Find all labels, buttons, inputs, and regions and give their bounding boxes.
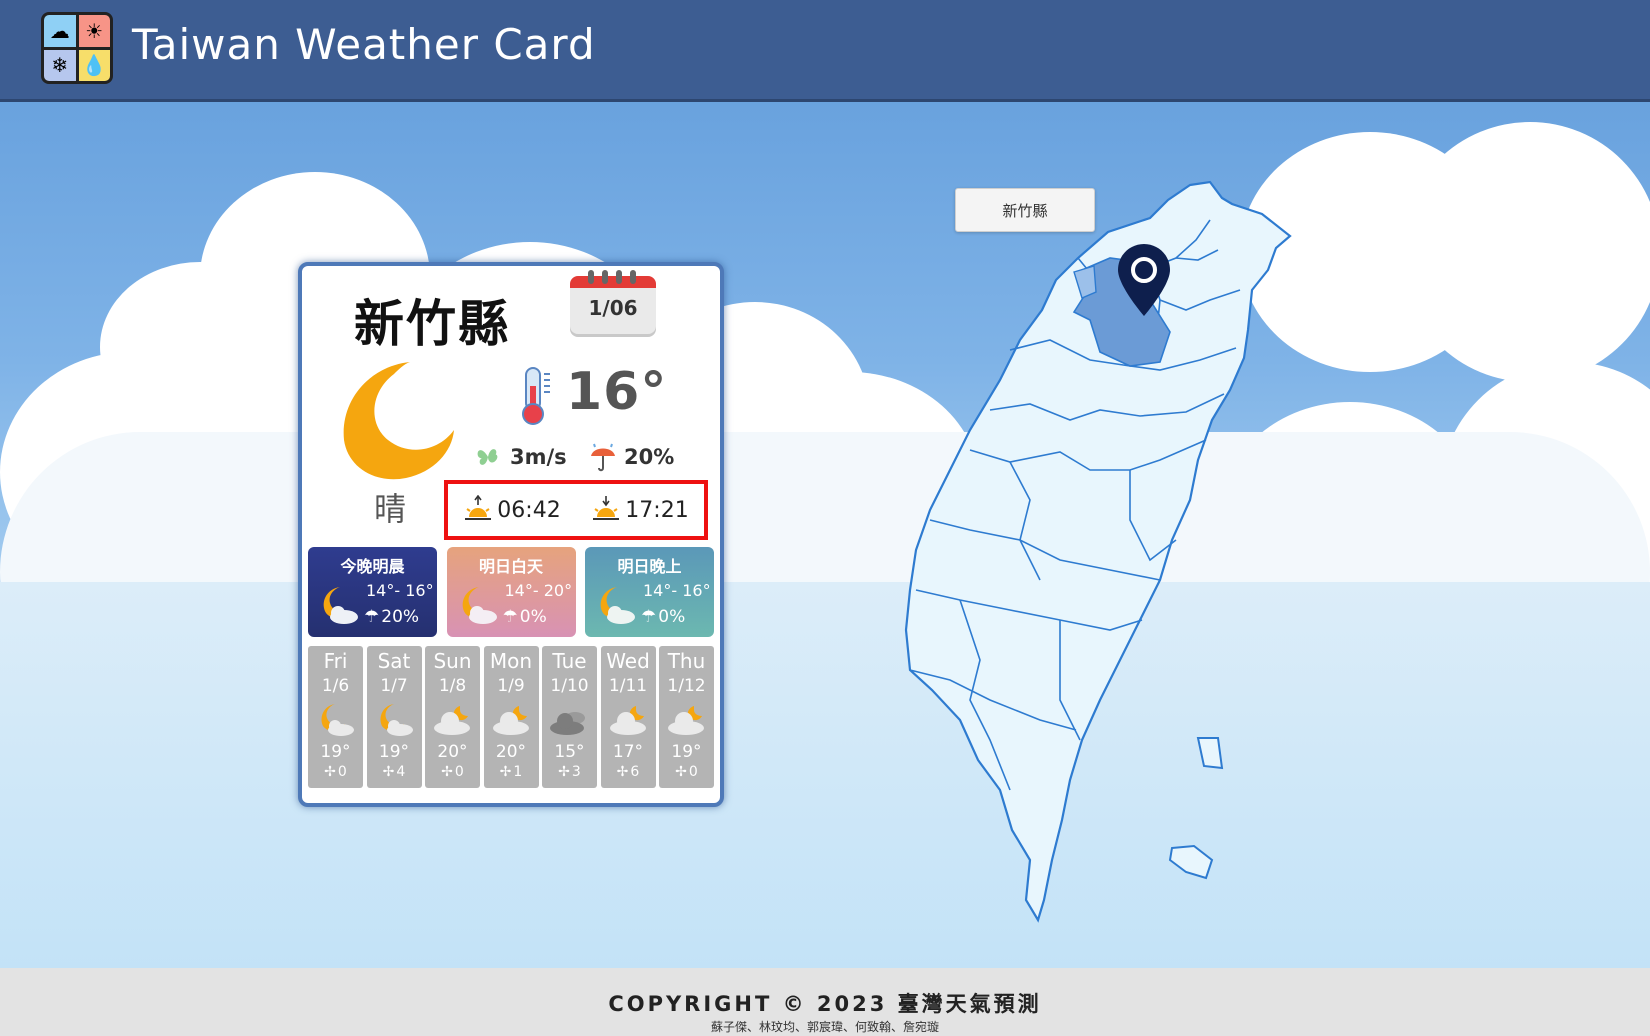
- umbrella-icon: ☂: [502, 607, 518, 627]
- cloud-icon: ☁: [44, 15, 76, 47]
- moon-cloud-icon: [600, 587, 635, 624]
- cloud-moon-icon: [434, 706, 470, 735]
- cloud-moon-icon: [609, 706, 646, 735]
- wind-fan-icon: ✢: [382, 764, 395, 780]
- weekly-forecast: Fri 1/6 19° ✢0 Sat 1/7 19° ✢4 Sun 1/8: [308, 646, 714, 788]
- day-forecast[interactable]: Mon 1/9 20° ✢ 1: [483, 646, 539, 788]
- taiwan-map[interactable]: [880, 130, 1300, 930]
- wind-fan-icon: ✢: [616, 764, 629, 780]
- app-header: ☁ ☀ ❄ 💧 Taiwan Weather Card: [0, 0, 1650, 102]
- dark-cloud-icon: [550, 712, 585, 735]
- app-title: Taiwan Weather Card: [132, 20, 596, 69]
- wind-fan-icon: [477, 449, 498, 465]
- sky-background: [0, 102, 1650, 968]
- day-forecast[interactable]: Sat 1/7 19° ✢ 4: [366, 646, 422, 788]
- wind-fan-icon: ✢: [558, 764, 570, 780]
- period-card[interactable]: 明日晚上 14°- 16° ☂ 0%: [585, 547, 714, 637]
- app-logo: ☁ ☀ ❄ 💧: [41, 12, 113, 84]
- wind-fan-icon: ✢: [675, 764, 687, 780]
- city-name: 新竹縣: [354, 295, 510, 353]
- period-forecast: 今晚明晨 14°- 16° ☂ 20% 明日白天 14°- 20° ☂ 0% 明…: [308, 547, 714, 637]
- calendar-icon: 1/06: [570, 270, 656, 334]
- umbrella-icon: ☂: [364, 607, 380, 627]
- green-island: [1196, 737, 1224, 770]
- snowflake-icon: ❄: [44, 49, 76, 81]
- wind-fan-icon: ✢: [499, 764, 512, 780]
- authors-text: 蘇子傑、林玟均、郭宸瑋、何致翰、詹宛璇: [710, 1020, 939, 1034]
- thermometer-icon: [522, 367, 550, 425]
- day-forecast[interactable]: Wed 1/11 17° ✢ 6: [600, 646, 656, 788]
- day-forecast[interactable]: Fri 1/6 19° ✢ 0: [308, 646, 363, 788]
- cloud-moon-icon: [668, 706, 704, 735]
- sunset-time: 17:21: [625, 497, 689, 523]
- period-card[interactable]: 今晚明晨 14°- 16° ☂ 20%: [308, 547, 437, 637]
- droplet-icon: 💧: [78, 49, 110, 81]
- sun-icon: ☀: [78, 15, 110, 47]
- current-date: 1/06: [588, 296, 638, 320]
- umbrella-icon: [591, 443, 615, 472]
- current-temperature: 16°: [566, 362, 668, 422]
- moon-cloud-icon: [323, 587, 358, 624]
- day-forecast[interactable]: Tue 1/10 15° ✢ 3: [542, 646, 597, 788]
- moon-cloud-icon: [380, 704, 413, 736]
- copyright-text: COPYRIGHT © 2023 臺灣天氣預測: [608, 992, 1042, 1016]
- crescent-moon-icon: [343, 362, 454, 480]
- day-forecast[interactable]: Thu 1/12 19° ✢ 0: [659, 646, 714, 788]
- sun-times-box: 06:42 17:21: [444, 480, 708, 540]
- moon-cloud-icon: [321, 704, 354, 736]
- sunrise-icon: [465, 495, 492, 520]
- wind-speed: 3m/s: [472, 442, 567, 472]
- umbrella-icon: ☂: [641, 607, 657, 627]
- weather-card: 新竹縣 1/06 晴 16° 3m/s 20% 06:42 17:21 今晚明晨…: [298, 262, 724, 807]
- page-footer: COPYRIGHT © 2023 臺灣天氣預測 蘇子傑、林玟均、郭宸瑋、何致翰、…: [0, 968, 1650, 1036]
- orchid-island: [1168, 844, 1214, 880]
- day-forecast[interactable]: Sun 1/8 20° ✢ 0: [425, 646, 480, 788]
- rain-chance: 20%: [588, 442, 674, 472]
- rain-chance-value: 20%: [624, 445, 675, 469]
- cloud-moon-icon: [492, 706, 529, 735]
- sunset-icon: [593, 496, 620, 520]
- wind-fan-icon: ✢: [441, 764, 453, 780]
- moon-cloud-icon: [462, 587, 497, 624]
- region-select-dropdown[interactable]: 新竹縣: [955, 188, 1095, 232]
- period-card[interactable]: 明日白天 14°- 20° ☂ 0%: [446, 547, 576, 637]
- sunrise-time: 06:42: [497, 497, 561, 523]
- wind-fan-icon: ✢: [324, 764, 336, 780]
- weather-condition: 晴: [374, 490, 407, 528]
- wind-speed-value: 3m/s: [510, 445, 567, 469]
